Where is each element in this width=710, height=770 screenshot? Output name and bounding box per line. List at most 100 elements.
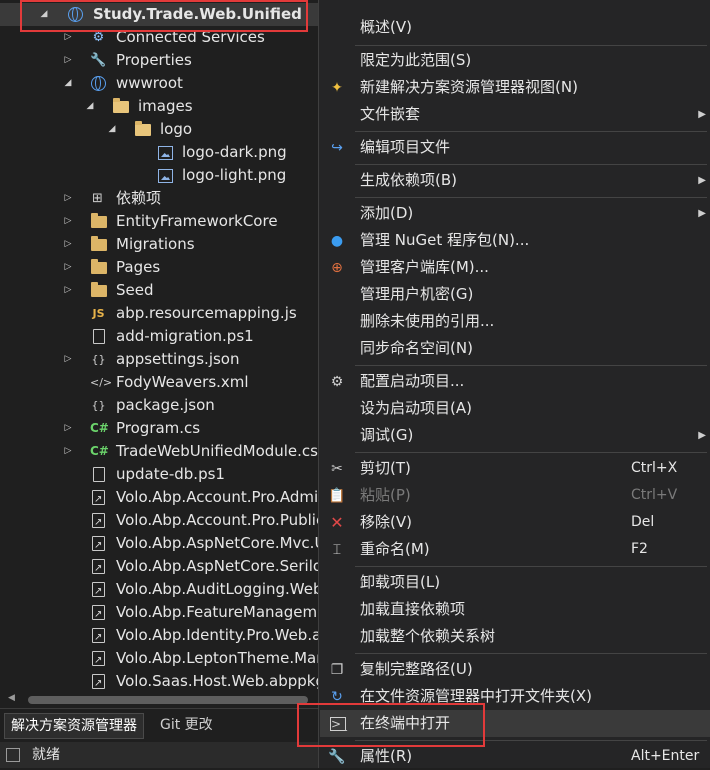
- reference-file-icon: [92, 488, 105, 511]
- tree-item-add-migration[interactable]: add-migration.ps1: [0, 325, 318, 348]
- tab-git-changes[interactable]: Git 更改: [154, 713, 219, 737]
- globe-icon: [91, 76, 106, 91]
- folder-icon: [91, 213, 107, 228]
- tree-item-update-db[interactable]: update-db.ps1: [0, 463, 318, 486]
- collapsed-arrow-icon[interactable]: ▷: [62, 417, 74, 440]
- wrench-icon: 🔧: [328, 749, 346, 765]
- expand-arrow-icon[interactable]: ◢: [106, 118, 118, 141]
- tree-item-logo-light[interactable]: logo-light.png: [0, 164, 318, 187]
- tree-item-migrations[interactable]: ▷ Migrations: [0, 233, 318, 256]
- tree-item-properties[interactable]: ▷ 🔧 Properties: [0, 49, 318, 72]
- menu-item-user-secrets[interactable]: 管理用户机密(G): [320, 281, 710, 308]
- tree-item-reference[interactable]: Volo.Abp.Account.Pro.Public: [0, 509, 318, 534]
- js-file-icon: JS: [92, 307, 105, 320]
- tree-item-reference[interactable]: Volo.Abp.AspNetCore.Serilog: [0, 555, 318, 580]
- menu-item-open-in-terminal[interactable]: >_ 在终端中打开: [320, 710, 710, 737]
- folder-icon: [91, 259, 107, 274]
- menu-separator: [355, 164, 707, 165]
- tree-item-entityframeworkcore[interactable]: ▷ EntityFrameworkCore: [0, 210, 318, 233]
- tree-item-fodyweavers[interactable]: </> FodyWeavers.xml: [0, 371, 318, 394]
- tree-item-pages[interactable]: ▷ Pages: [0, 256, 318, 279]
- menu-item-unload-project[interactable]: 卸载项目(L): [320, 569, 710, 596]
- collapsed-arrow-icon[interactable]: ▷: [62, 26, 74, 49]
- menu-item-edit-project[interactable]: ↪ 编辑项目文件: [320, 134, 710, 161]
- connected-services-icon: ⚙: [92, 30, 105, 45]
- reference-file-icon: [92, 649, 105, 672]
- tree-item-reference[interactable]: Volo.Abp.FeatureManageme: [0, 601, 318, 626]
- menu-item-configure-startup[interactable]: ⚙ 配置启动项目...: [320, 368, 710, 395]
- folder-icon: [91, 236, 107, 251]
- tab-solution-explorer[interactable]: 解决方案资源管理器: [4, 713, 144, 739]
- project-name: Study.Trade.Web.Unified: [93, 5, 302, 23]
- expand-arrow-icon[interactable]: ◢: [38, 3, 50, 26]
- tree-item-reference[interactable]: Volo.Abp.LeptonTheme.Man: [0, 647, 318, 672]
- tree-item-reference[interactable]: Volo.Abp.AuditLogging.Web: [0, 578, 318, 603]
- menu-item-client-libraries[interactable]: ⊕ 管理客户端库(M)...: [320, 254, 710, 281]
- expand-arrow-icon[interactable]: ◢: [84, 95, 96, 118]
- reference-file-icon: [92, 580, 105, 603]
- menu-item-load-dep-tree[interactable]: 加载整个依赖关系树: [320, 623, 710, 650]
- collapsed-arrow-icon[interactable]: ▷: [62, 279, 74, 302]
- collapsed-arrow-icon[interactable]: ▷: [62, 348, 74, 371]
- menu-separator: [355, 365, 707, 366]
- tree-item-images[interactable]: ◢ images: [0, 95, 318, 118]
- menu-item-file-nesting[interactable]: 文件嵌套 ▶: [320, 101, 710, 128]
- tree-item-connected-services[interactable]: ▷ ⚙ Connected Services: [0, 26, 318, 49]
- menu-separator: [355, 566, 707, 567]
- tree-item-reference[interactable]: Volo.Abp.Identity.Pro.Web.ab: [0, 624, 318, 649]
- status-text: 就绪: [32, 747, 60, 763]
- submenu-arrow-icon: ▶: [698, 430, 706, 441]
- tree-item-seed[interactable]: ▷ Seed: [0, 279, 318, 302]
- collapsed-arrow-icon[interactable]: ▷: [62, 49, 74, 72]
- scrollbar-thumb[interactable]: [28, 696, 308, 704]
- scroll-left-icon[interactable]: ◀: [8, 693, 15, 703]
- tree-item-logo[interactable]: ◢ logo: [0, 118, 318, 141]
- menu-item-load-direct-deps[interactable]: 加载直接依赖项: [320, 596, 710, 623]
- menu-separator: [355, 45, 707, 46]
- wrench-icon: 🔧: [90, 53, 107, 68]
- menu-item-paste[interactable]: 📋 粘贴(P) Ctrl+V: [320, 482, 710, 509]
- tree-item-package-json[interactable]: {} package.json: [0, 394, 318, 417]
- clipboard-icon: 📋: [328, 488, 346, 504]
- tree-item-module-cs[interactable]: ▷ C# TradeWebUnifiedModule.cs: [0, 440, 318, 463]
- submenu-arrow-icon: ▶: [698, 208, 706, 219]
- menu-item-add[interactable]: 添加(D) ▶: [320, 200, 710, 227]
- tree-item-reference[interactable]: Volo.Abp.AspNetCore.Mvc.U: [0, 532, 318, 557]
- menu-item-remove[interactable]: ✕ 移除(V) Del: [320, 509, 710, 536]
- tree-item-appsettings[interactable]: ▷ {} appsettings.json: [0, 348, 318, 371]
- tree-item-project[interactable]: ◢ Study.Trade.Web.Unified: [0, 3, 318, 26]
- tree-item-program-cs[interactable]: ▷ C# Program.cs: [0, 417, 318, 440]
- collapsed-arrow-icon[interactable]: ▷: [62, 187, 74, 210]
- menu-item-open-in-explorer[interactable]: ↻ 在文件资源管理器中打开文件夹(X): [320, 683, 710, 710]
- reference-file-icon: [92, 603, 105, 626]
- solution-explorer-tree: ◢ Study.Trade.Web.Unified ▷ ⚙ Connected …: [0, 0, 318, 692]
- menu-item-manage-nuget[interactable]: ● 管理 NuGet 程序包(N)...: [320, 227, 710, 254]
- menu-item-scope[interactable]: 限定为此范围(S): [320, 47, 710, 74]
- menu-item-set-startup[interactable]: 设为启动项目(A): [320, 395, 710, 422]
- tree-item-logo-dark[interactable]: logo-dark.png: [0, 141, 318, 164]
- menu-item-debug[interactable]: 调试(G) ▶: [320, 422, 710, 449]
- csharp-file-icon: C#: [90, 444, 109, 458]
- menu-item-sync-namespaces[interactable]: 同步命名空间(N): [320, 335, 710, 362]
- collapsed-arrow-icon[interactable]: ▷: [62, 440, 74, 463]
- menu-item-build-dependencies[interactable]: 生成依赖项(B) ▶: [320, 167, 710, 194]
- menu-item-remove-unused-refs[interactable]: 删除未使用的引用...: [320, 308, 710, 335]
- expand-arrow-icon[interactable]: ◢: [62, 72, 74, 95]
- tree-item-reference[interactable]: Volo.Saas.Host.Web.abppkg: [0, 670, 318, 692]
- menu-item-rename[interactable]: ⌶ 重命名(M) F2: [320, 536, 710, 563]
- tree-item-dependencies[interactable]: ▷ ⊞ 依赖项: [0, 187, 318, 210]
- menu-item-overview[interactable]: 概述(V): [320, 14, 710, 41]
- collapsed-arrow-icon[interactable]: ▷: [62, 210, 74, 233]
- csharp-file-icon: C#: [90, 421, 109, 435]
- file-icon: [93, 467, 105, 482]
- menu-item-cut[interactable]: ✂ 剪切(T) Ctrl+X: [320, 455, 710, 482]
- menu-item-properties[interactable]: 🔧 属性(R) Alt+Enter: [320, 743, 710, 770]
- horizontal-scrollbar[interactable]: ◀: [0, 692, 318, 708]
- collapsed-arrow-icon[interactable]: ▷: [62, 256, 74, 279]
- menu-item-copy-full-path[interactable]: ❐ 复制完整路径(U): [320, 656, 710, 683]
- tree-item-wwwroot[interactable]: ◢ wwwroot: [0, 72, 318, 95]
- tree-item-resourcemapping[interactable]: JS abp.resourcemapping.js: [0, 302, 318, 325]
- menu-item-new-view[interactable]: ✦ 新建解决方案资源管理器视图(N): [320, 74, 710, 101]
- collapsed-arrow-icon[interactable]: ▷: [62, 233, 74, 256]
- tree-item-reference[interactable]: Volo.Abp.Account.Pro.Admin: [0, 486, 318, 511]
